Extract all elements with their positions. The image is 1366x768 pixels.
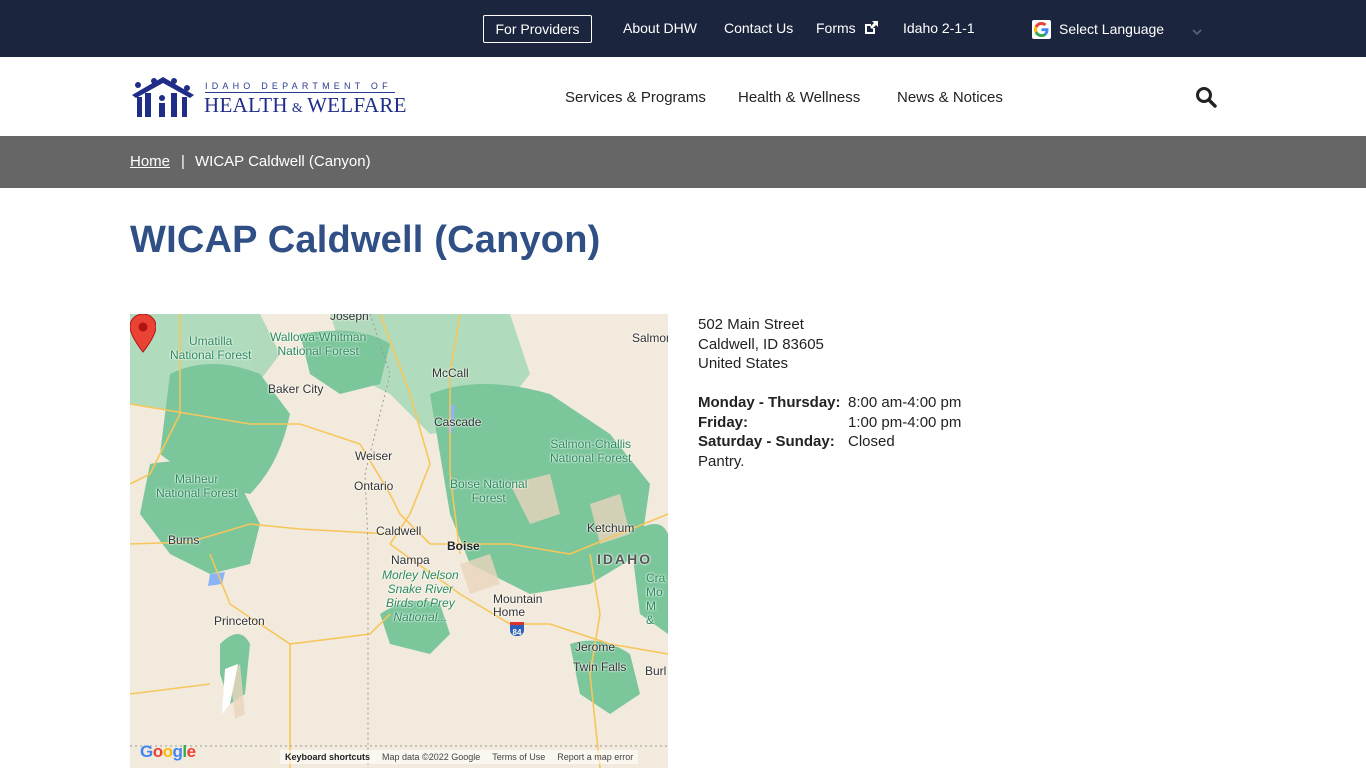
map-label-mccall: McCall: [432, 366, 469, 380]
for-providers-button[interactable]: For Providers: [483, 15, 592, 43]
map-label-ontario: Ontario: [354, 479, 394, 493]
language-selector[interactable]: Select Language: [1032, 19, 1202, 39]
chevron-down-icon: [1192, 29, 1202, 36]
contact-us-link[interactable]: Contact Us: [724, 20, 793, 37]
map-label-salmon: Salmon: [632, 331, 668, 345]
google-g-icon: [1032, 19, 1051, 39]
page-title: WICAP Caldwell (Canyon): [130, 219, 601, 261]
logo-line-2: HEALTH & WELFARE: [204, 93, 407, 117]
idaho-211-link[interactable]: Idaho 2-1-1: [903, 20, 975, 37]
map-label-ketchum: Ketchum: [587, 521, 635, 535]
map-label-nampa: Nampa: [391, 553, 430, 567]
map-label-twin-falls: Twin Falls: [573, 660, 627, 674]
nav-services-programs[interactable]: Services & Programs: [565, 89, 706, 106]
logo-line-1: IDAHO DEPARTMENT OF: [205, 81, 392, 91]
breadcrumb: Home | WICAP Caldwell (Canyon): [0, 136, 1366, 188]
utility-bar: For Providers About DHW Contact Us Forms…: [0, 0, 1366, 57]
map-terrain: [130, 314, 668, 768]
keyboard-shortcuts-link[interactable]: Keyboard shortcuts: [285, 752, 370, 762]
nav-health-wellness[interactable]: Health & Wellness: [738, 89, 860, 106]
dhw-logo[interactable]: IDAHO DEPARTMENT OF HEALTH & WELFARE: [130, 75, 406, 119]
map-label-weiser: Weiser: [355, 449, 393, 463]
hours-row: Friday: 1:00 pm-4:00 pm: [698, 413, 961, 433]
breadcrumb-current: WICAP Caldwell (Canyon): [195, 153, 371, 170]
language-label: Select Language: [1059, 21, 1165, 37]
map-label-malheur: Malheur National Forest: [156, 472, 238, 500]
map-label-umatilla: Umatilla National Forest: [170, 334, 252, 362]
map-label-cascade: Cascade: [434, 415, 482, 429]
terms-of-use-link[interactable]: Terms of Use: [492, 752, 545, 762]
report-map-error-link[interactable]: Report a map error: [557, 752, 633, 762]
breadcrumb-separator: |: [181, 153, 185, 170]
map-label-mountain-home: Mountain Home: [493, 592, 543, 619]
hours-day: Saturday - Sunday:: [698, 433, 835, 450]
family-house-icon: [132, 77, 194, 117]
google-map[interactable]: Joseph Umatilla National Forest Wallowa-…: [130, 314, 668, 768]
search-icon[interactable]: [1195, 86, 1217, 108]
address-line-3: United States: [698, 355, 789, 372]
breadcrumb-home-link[interactable]: Home: [130, 153, 170, 170]
hours-table: Monday - Thursday: 8:00 am-4:00 pm Friday…: [698, 393, 961, 452]
location-info: 502 Main Street Caldwell, ID 83605 Unite…: [698, 315, 961, 471]
external-link-icon: [864, 21, 878, 34]
map-label-joseph: Joseph: [330, 314, 369, 323]
map-label-boise-nf: Boise National Forest: [450, 477, 528, 505]
map-label-birds-of-prey: Morley Nelson Snake River Birds of Prey …: [382, 568, 459, 624]
map-label-jerome: Jerome: [575, 640, 616, 654]
hours-time: 1:00 pm-4:00 pm: [848, 413, 962, 431]
location-note: Pantry.: [698, 452, 745, 470]
map-label-baker-city: Baker City: [268, 382, 324, 396]
map-label-craters: Cra Mo M &: [646, 571, 666, 627]
map-marker-icon[interactable]: [130, 314, 156, 354]
address-line-1: 502 Main Street: [698, 316, 804, 333]
map-label-princeton: Princeton: [214, 614, 265, 628]
hours-day: Friday:: [698, 413, 749, 431]
hours-time: 8:00 am-4:00 pm: [848, 394, 962, 411]
map-label-burns: Burns: [168, 533, 200, 547]
interstate-84-shield-icon: 84: [510, 622, 524, 637]
hours-row: Monday - Thursday: 8:00 am-4:00 pm: [698, 393, 961, 413]
map-data-attribution: Map data ©2022 Google: [382, 752, 481, 762]
map-label-boise: Boise: [447, 539, 480, 553]
hours-row: Saturday - Sunday: Closed: [698, 432, 961, 452]
forms-label: Forms: [816, 20, 856, 36]
map-footer: Keyboard shortcuts Map data ©2022 Google…: [280, 750, 639, 764]
address-line-2: Caldwell, ID 83605: [698, 335, 824, 353]
hours-day: Monday - Thursday:: [698, 394, 841, 411]
map-label-wallowa: Wallowa-Whitman National Forest: [270, 330, 367, 358]
forms-link[interactable]: Forms: [816, 20, 878, 37]
google-logo: Google: [140, 742, 196, 761]
map-label-idaho: IDAHO: [597, 551, 653, 567]
hours-time: Closed: [848, 433, 895, 450]
about-dhw-link[interactable]: About DHW: [623, 20, 697, 37]
map-label-salmon-challis: Salmon-Challis National Forest: [550, 437, 632, 465]
map-label-burley: Burl: [645, 664, 667, 678]
nav-news-notices[interactable]: News & Notices: [897, 89, 1003, 106]
map-label-caldwell: Caldwell: [376, 524, 422, 538]
